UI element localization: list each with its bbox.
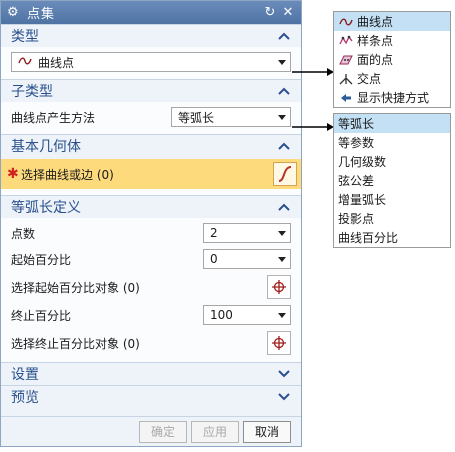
subtype-option[interactable]: 增量弧长 bbox=[334, 190, 450, 209]
type-option-show-shortcuts[interactable]: 显示快捷方式 bbox=[334, 88, 450, 107]
subtype-option[interactable]: 几何级数 bbox=[334, 152, 450, 171]
type-option-curve-point[interactable]: 曲线点 bbox=[334, 12, 450, 31]
subtype-option[interactable]: 投影点 bbox=[334, 209, 450, 228]
spline-point-icon bbox=[338, 34, 354, 48]
curve-point-icon bbox=[338, 15, 354, 29]
intersection-icon bbox=[338, 72, 354, 86]
subtype-option[interactable]: 等弧长 bbox=[334, 114, 450, 133]
face-point-icon bbox=[338, 53, 354, 67]
type-options-list: 曲线点 样条点 面的点 交点 显示快捷方式 bbox=[333, 11, 451, 108]
type-option-intersection-point[interactable]: 交点 bbox=[334, 69, 450, 88]
type-option-face-point[interactable]: 面的点 bbox=[334, 50, 450, 69]
subtype-option[interactable]: 曲线百分比 bbox=[334, 228, 450, 247]
type-option-spline-point[interactable]: 样条点 bbox=[334, 31, 450, 50]
subtype-option[interactable]: 等参数 bbox=[334, 133, 450, 152]
subtype-option[interactable]: 弦公差 bbox=[334, 171, 450, 190]
back-arrow-icon bbox=[338, 91, 354, 105]
subtype-options-list: 等弧长 等参数 几何级数 弦公差 增量弧长 投影点 曲线百分比 bbox=[333, 113, 451, 248]
